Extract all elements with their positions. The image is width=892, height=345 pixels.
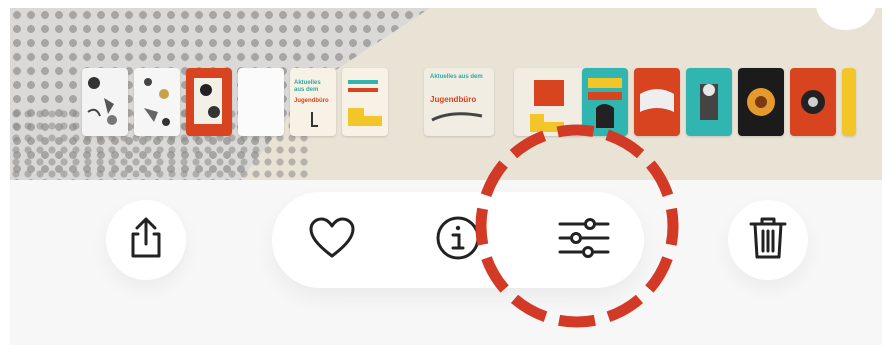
corner-button[interactable] — [816, 8, 876, 30]
photo-preview[interactable]: Aktuelles aus dem Jugendbüro Aktuelles a… — [10, 8, 882, 180]
thumbnail-1 — [82, 68, 128, 136]
screenshot-frame: Aktuelles aus dem Jugendbüro Aktuelles a… — [10, 8, 882, 345]
heart-icon — [308, 216, 356, 265]
share-button[interactable] — [106, 200, 186, 280]
thumbnail-11 — [686, 68, 732, 136]
delete-button[interactable] — [728, 200, 808, 280]
share-icon — [126, 216, 166, 265]
thumbnail-6 — [342, 68, 388, 136]
thumbnail-4 — [238, 68, 284, 136]
thumbnail-14 — [842, 68, 856, 136]
thumbnail-3 — [186, 68, 232, 136]
thumbnail-5: Aktuelles aus dem Jugendbüro — [290, 68, 336, 136]
thumbnail-2 — [134, 68, 180, 136]
favorite-button[interactable] — [302, 210, 362, 270]
thumbnail-12 — [738, 68, 784, 136]
trash-icon — [748, 215, 788, 266]
thumbnail-13 — [790, 68, 836, 136]
photo-toolbar — [10, 180, 882, 345]
highlight-circle-annotation — [475, 124, 679, 328]
